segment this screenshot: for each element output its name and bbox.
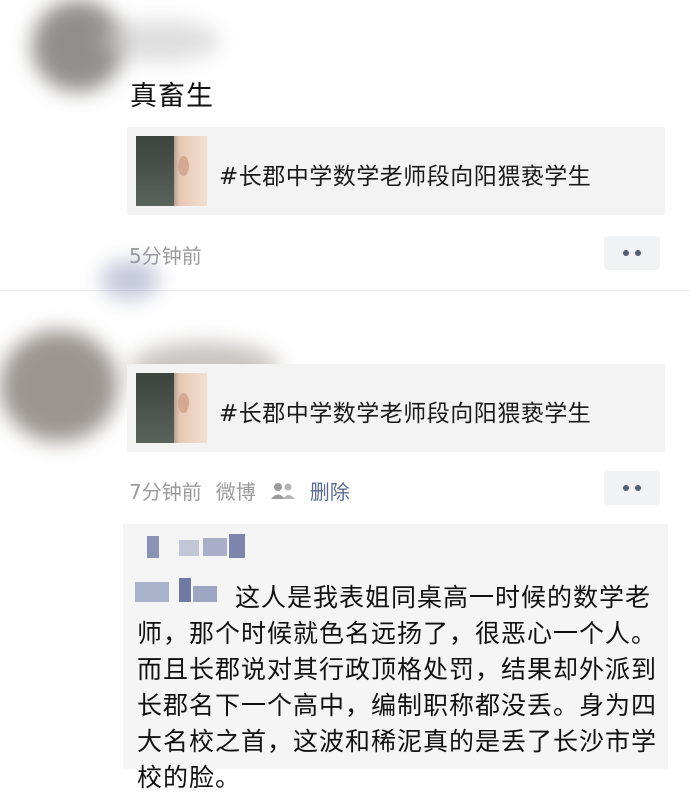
post-text: 真畜生 bbox=[130, 81, 214, 112]
username-blurred bbox=[100, 260, 160, 300]
share-thumbnail bbox=[136, 136, 207, 206]
delete-link[interactable]: 删除 bbox=[310, 476, 350, 505]
post-source: 微博 bbox=[215, 480, 256, 504]
more-dots-icon bbox=[623, 485, 629, 491]
post-meta: 7分钟前 微博 删除 bbox=[129, 476, 350, 505]
comment-text: 这人是我表姐同桌高一时候的数学老师，那个时候就色名远扬了，很恶心一个人。而且长郡… bbox=[137, 580, 662, 796]
more-button[interactable] bbox=[604, 236, 660, 270]
comment-body: 这人是我表姐同桌高一时候的数学老师，那个时候就色名远扬了，很恶心一个人。而且长郡… bbox=[137, 583, 658, 792]
share-card[interactable]: #长郡中学数学老师段向阳猥亵学生 bbox=[127, 364, 665, 452]
post-time: 7分钟前 bbox=[129, 480, 202, 504]
more-dots-icon bbox=[623, 250, 629, 256]
share-title: #长郡中学数学老师段向阳猥亵学生 bbox=[219, 401, 592, 427]
share-card[interactable]: #长郡中学数学老师段向阳猥亵学生 bbox=[127, 127, 665, 215]
commenter-name-pixelated bbox=[147, 536, 159, 558]
username-blurred bbox=[100, 20, 220, 62]
people-icon bbox=[270, 481, 296, 501]
more-button[interactable] bbox=[604, 471, 660, 505]
share-title: #长郡中学数学老师段向阳猥亵学生 bbox=[219, 164, 592, 190]
comment-box: 这人是我表姐同桌高一时候的数学老师，那个时候就色名远扬了，很恶心一个人。而且长郡… bbox=[123, 524, 668, 792]
share-thumbnail bbox=[136, 373, 207, 443]
avatar-blurred bbox=[0, 330, 118, 442]
